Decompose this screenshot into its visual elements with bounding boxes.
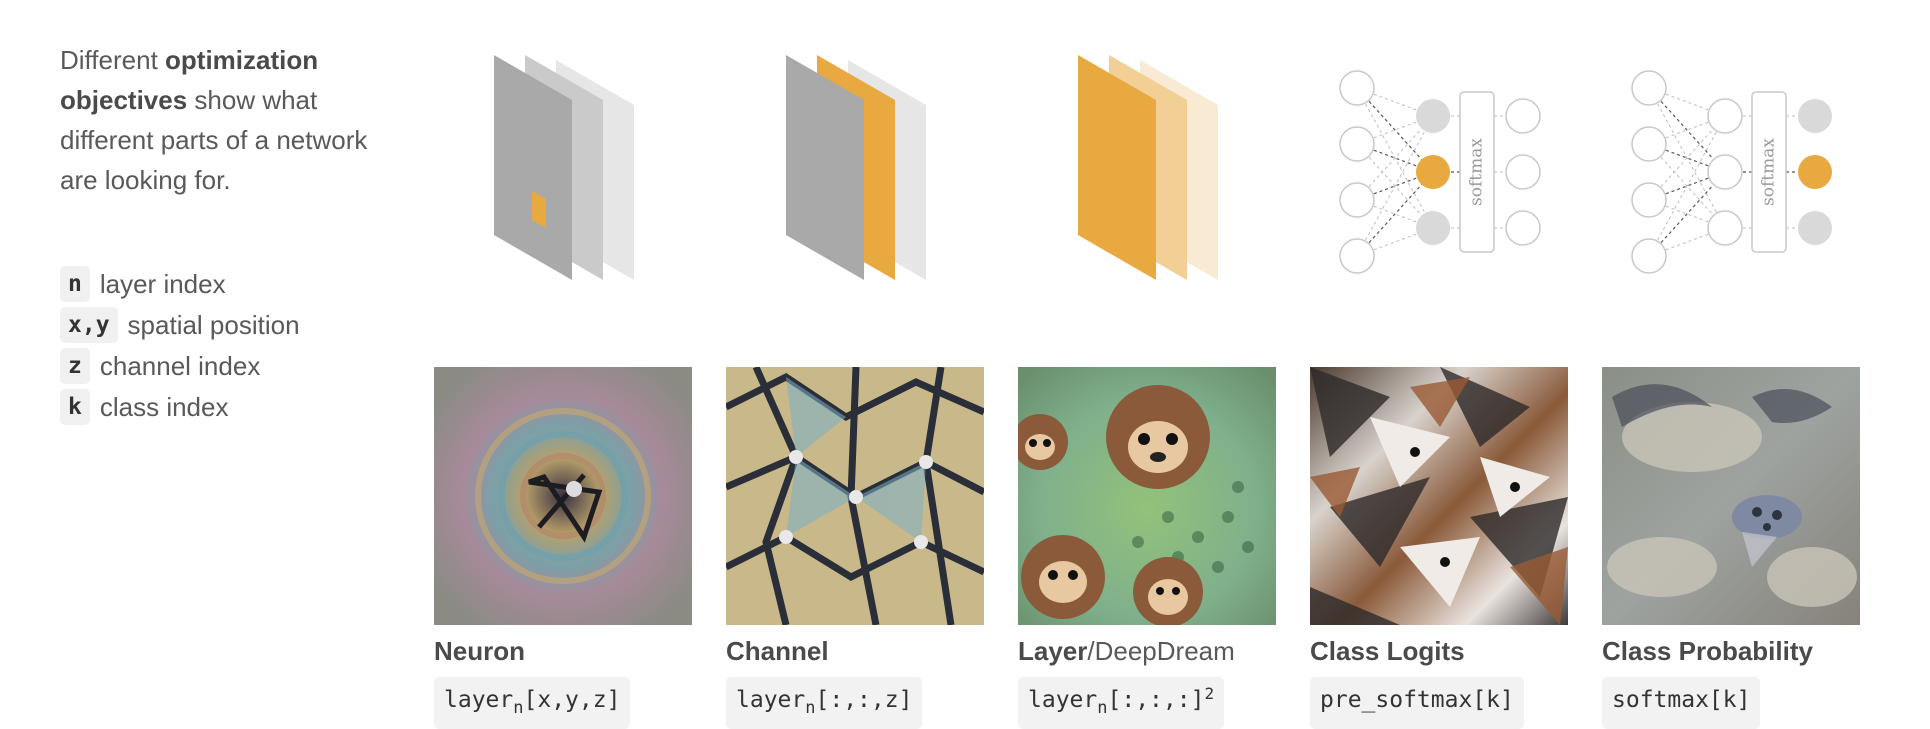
formula-base: layer [736, 687, 806, 713]
formula-base: layer [444, 687, 514, 713]
formula-base: softmax[k] [1612, 687, 1751, 713]
legend-row: x,y spatial position [60, 307, 390, 343]
channel-layer-stack-icon [786, 55, 926, 280]
formula-base: pre_softmax[k] [1320, 687, 1514, 713]
column-title: Layer/DeepDream [1018, 636, 1235, 667]
objective-column-channel: Channel layern[:,:,z] [726, 50, 988, 729]
column-title: Class Probability [1602, 636, 1813, 667]
objective-column-class-logits: softmax Class Logits pre_softmax[k] [1310, 50, 1572, 729]
formula-rest: [x,y,z] [523, 687, 621, 713]
neuron-layer-stack-icon [494, 55, 634, 280]
objective-column-neuron: Neuron layern[x,y,z] [434, 50, 696, 729]
column-title-bold: Layer [1018, 636, 1088, 666]
legend-key: n [60, 266, 90, 302]
objective-formula: layern[x,y,z] [434, 677, 631, 729]
objective-formula: layern[:,:,:]2 [1018, 677, 1225, 729]
formula-base: layer [1028, 687, 1098, 713]
intro-text: Different optimization objectives show w… [60, 40, 380, 200]
neuron-visualization-image [434, 367, 692, 625]
legend-label: spatial position [127, 309, 300, 340]
column-title: Channel [726, 636, 829, 667]
column-title-bold: Neuron [434, 636, 525, 666]
probability-network-icon: softmax [1631, 70, 1832, 274]
formula-rest: [:,:,:] [1107, 687, 1205, 713]
legend-row: n layer index [60, 266, 390, 302]
formula-rest: [:,:,z] [815, 687, 913, 713]
class-probability-visualization-image [1602, 367, 1860, 625]
column-title-rest: /DeepDream [1087, 636, 1235, 666]
formula-sub: n [805, 698, 816, 718]
legend-label: channel index [99, 350, 261, 381]
legend-key: x,y [60, 307, 118, 343]
class-logits-visualization-image [1310, 367, 1568, 625]
intro-pre: Different [60, 45, 166, 75]
layer-stack-icon [1078, 55, 1218, 280]
column-title-bold: Class Probability [1602, 636, 1813, 666]
legend-key: z [60, 348, 90, 384]
objective-formula: layern[:,:,z] [726, 677, 923, 729]
legend-label: class index [99, 391, 229, 422]
deepdream-visualization-image [1018, 367, 1276, 625]
softmax-label: softmax [1759, 138, 1779, 206]
formula-sub: n [513, 698, 524, 718]
softmax-label: softmax [1467, 138, 1487, 206]
objective-formula: softmax[k] [1602, 677, 1761, 729]
column-title-bold: Class Logits [1310, 636, 1465, 666]
column-title: Neuron [434, 636, 525, 667]
legend: n layer index x,y spatial position z cha… [60, 266, 390, 430]
objective-formula: pre_softmax[k] [1310, 677, 1524, 729]
legend-row: k class index [60, 389, 390, 425]
legend-key: k [60, 389, 90, 425]
logits-network-icon: softmax [1339, 70, 1541, 274]
legend-label: layer index [99, 268, 226, 299]
column-title: Class Logits [1310, 636, 1465, 667]
formula-sub: n [1097, 698, 1108, 718]
objective-column-layer: Layer/DeepDream layern[:,:,:]2 [1018, 50, 1280, 729]
objective-column-class-probability: softmax Class Probability softmax[k] [1602, 50, 1864, 729]
legend-row: z channel index [60, 348, 390, 384]
formula-sup: 2 [1204, 684, 1215, 703]
channel-visualization-image [726, 367, 984, 625]
column-title-bold: Channel [726, 636, 829, 666]
